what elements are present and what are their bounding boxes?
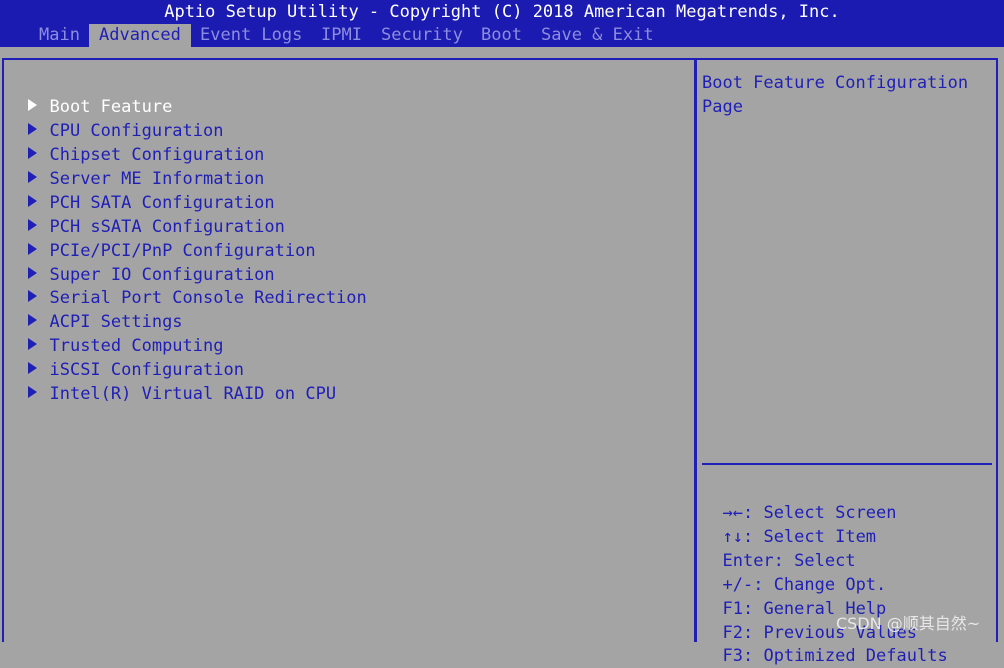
tab-advanced[interactable]: Advanced [89,24,191,47]
help-text-line: Boot Feature Configuration [702,73,969,93]
tab-ipmi[interactable]: IPMI [311,24,372,47]
title-bar: Aptio Setup Utility - Copyright (C) 2018… [0,0,1004,24]
key-hint-action: Optimized Defaults [763,646,948,666]
tab-save-exit[interactable]: Save & Exit [531,24,664,47]
menu-item-trusted-computing[interactable]: Trusted Computing [8,310,223,356]
menu-item-pch-sata-configuration[interactable]: PCH SATA Configuration [8,167,275,213]
tab-main[interactable]: Main [29,24,90,47]
menu-item-server-me-information[interactable]: Server ME Information [8,143,264,189]
key-hint-key: F3: [722,646,754,666]
menu-item-iscsi-configuration[interactable]: iSCSI Configuration [8,334,244,380]
tab-security[interactable]: Security [371,24,473,47]
help-divider [702,463,992,465]
key-hint-enter: Enter: Select [702,525,855,571]
submenu-arrow-icon [28,386,38,398]
help-text-line: Page [702,97,743,117]
menu-item-cpu-configuration[interactable]: CPU Configuration [8,95,223,141]
menu-item-label: Intel(R) Virtual RAID on CPU [49,384,337,404]
menu-item-intel-virtual-raid-on-cpu[interactable]: Intel(R) Virtual RAID on CPU [8,358,336,404]
menu-item-chipset-configuration[interactable]: Chipset Configuration [8,119,264,165]
key-hint-change-opt: +/-: Change Opt. [702,549,886,595]
menu-item-serial-port-console-redirection[interactable]: Serial Port Console Redirection [8,262,367,308]
tab-bar: Main Advanced Event Logs IPMI Security B… [0,24,1004,47]
key-hint-select-screen: →←: Select Screen [702,477,896,523]
panel-divider [694,58,697,642]
menu-item-acpi-settings[interactable]: ACPI Settings [8,286,183,332]
menu-item-pch-ssata-configuration[interactable]: PCH sSATA Configuration [8,191,285,237]
key-hint-select-item: ↑↓: Select Item [702,501,876,547]
watermark: CSDN @顺其自然~ [836,614,981,633]
menu-item-boot-feature[interactable]: Boot Feature [8,71,172,117]
menu-item-pcie-pci-pnp-configuration[interactable]: PCIe/PCI/PnP Configuration [8,215,316,261]
tab-boot[interactable]: Boot [471,24,532,47]
key-hint-general-help: F1: General Help [702,573,886,619]
tab-event-logs[interactable]: Event Logs [190,24,312,47]
menu-item-super-io-configuration[interactable]: Super IO Configuration [8,239,275,285]
